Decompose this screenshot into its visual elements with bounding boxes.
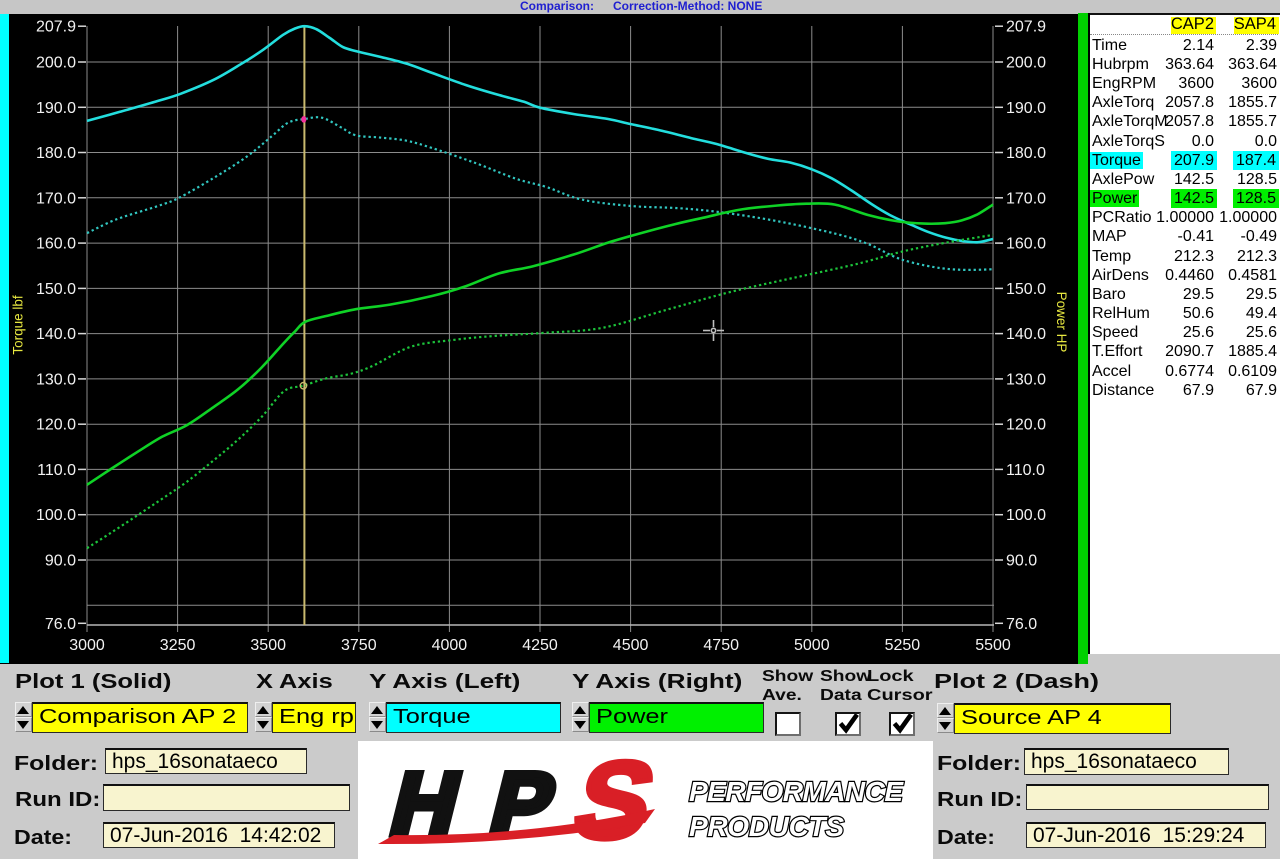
svg-text:5000: 5000 <box>794 637 830 654</box>
svg-text:200.0: 200.0 <box>1006 55 1046 72</box>
svg-text:190.0: 190.0 <box>36 100 76 117</box>
svg-text:Torque lbf: Torque lbf <box>11 295 26 355</box>
svg-text:4000: 4000 <box>432 637 468 654</box>
svg-text:110.0: 110.0 <box>1006 462 1045 479</box>
svg-text:3750: 3750 <box>341 637 377 654</box>
svg-text:200.0: 200.0 <box>36 55 76 72</box>
svg-text:76.0: 76.0 <box>1006 616 1037 633</box>
svg-text:3500: 3500 <box>250 637 286 654</box>
svg-text:S: S <box>563 741 667 859</box>
svg-text:90.0: 90.0 <box>45 553 76 570</box>
svg-text:170.0: 170.0 <box>1006 190 1046 207</box>
svg-text:PERFORMANCE: PERFORMANCE <box>689 776 904 807</box>
svg-text:100.0: 100.0 <box>1006 507 1046 524</box>
svg-text:150.0: 150.0 <box>36 281 76 298</box>
svg-text:4500: 4500 <box>613 637 649 654</box>
svg-text:130.0: 130.0 <box>36 371 76 388</box>
svg-text:120.0: 120.0 <box>1006 417 1046 434</box>
svg-text:120.0: 120.0 <box>36 417 76 434</box>
svg-text:140.0: 140.0 <box>36 326 76 343</box>
svg-text:150.0: 150.0 <box>1006 281 1046 298</box>
svg-text:100.0: 100.0 <box>36 507 76 524</box>
svg-text:3250: 3250 <box>160 637 196 654</box>
svg-text:180.0: 180.0 <box>36 145 76 162</box>
svg-text:110.0: 110.0 <box>37 462 76 479</box>
svg-text:90.0: 90.0 <box>1006 553 1037 570</box>
svg-text:160.0: 160.0 <box>36 236 76 253</box>
svg-text:170.0: 170.0 <box>36 190 76 207</box>
svg-text:160.0: 160.0 <box>1006 236 1046 253</box>
svg-text:130.0: 130.0 <box>1006 371 1046 388</box>
svg-text:207.9: 207.9 <box>1006 19 1046 36</box>
svg-text:140.0: 140.0 <box>1006 326 1046 343</box>
svg-text:180.0: 180.0 <box>1006 145 1046 162</box>
svg-text:76.0: 76.0 <box>45 616 76 633</box>
svg-text:190.0: 190.0 <box>1006 100 1046 117</box>
svg-text:PRODUCTS: PRODUCTS <box>689 811 844 842</box>
svg-text:Power HP: Power HP <box>1054 292 1069 353</box>
svg-text:5500: 5500 <box>975 637 1011 654</box>
svg-text:5250: 5250 <box>885 637 921 654</box>
svg-text:4750: 4750 <box>703 637 739 654</box>
svg-text:4250: 4250 <box>522 637 558 654</box>
svg-text:3000: 3000 <box>69 637 105 654</box>
svg-text:207.9: 207.9 <box>36 19 76 36</box>
